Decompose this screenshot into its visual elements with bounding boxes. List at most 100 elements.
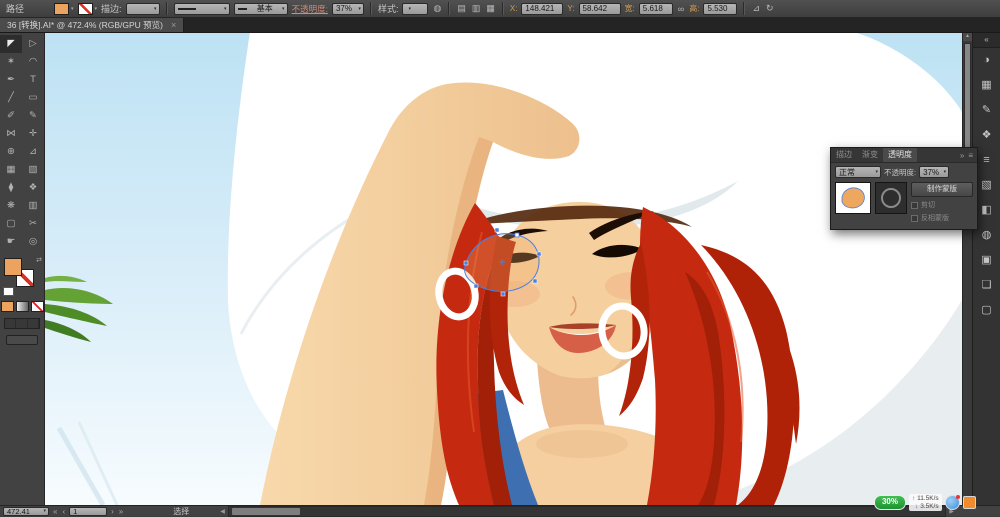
x-position-field[interactable]: 148.421 <box>521 3 563 15</box>
blend-mode-combo[interactable]: 正常 ▾ <box>835 166 881 178</box>
height-field[interactable]: 5.530 <box>703 3 737 15</box>
artboard-number-field[interactable]: 1 <box>69 507 107 516</box>
artwork[interactable] <box>45 32 962 505</box>
cpu-usage-badge[interactable]: 30% <box>874 495 906 510</box>
expand-panels-icon[interactable]: « <box>973 32 1000 48</box>
stroke-dropdown-icon[interactable]: ▾ <box>95 6 98 12</box>
tool-pencil[interactable]: ✎ <box>22 107 44 125</box>
fill-dropdown-icon[interactable]: ▾ <box>71 6 74 12</box>
tool-symbol-sprayer[interactable]: ❋ <box>0 197 22 215</box>
first-artboard-icon[interactable]: « <box>52 507 58 516</box>
previous-artboard-icon[interactable]: ‹ <box>61 507 66 516</box>
fill-swatch[interactable] <box>4 258 22 276</box>
tool-artboard[interactable]: ▢ <box>0 215 22 233</box>
tab-transparency[interactable]: 透明度 <box>883 148 917 162</box>
shear-icon[interactable]: ⊿ <box>751 3 761 14</box>
swatches-panel-icon[interactable]: ▦ <box>973 73 1000 98</box>
clip-option[interactable]: 剪切 <box>911 200 973 210</box>
tool-eyedropper[interactable]: ⧫ <box>0 179 22 197</box>
last-artboard-icon[interactable]: » <box>118 507 124 516</box>
recolor-artwork-icon[interactable]: ◍ <box>432 3 442 14</box>
tool-pen[interactable]: ✒ <box>0 71 22 89</box>
graphic-styles-panel-icon[interactable]: ▣ <box>973 248 1000 273</box>
chevron-down-icon[interactable]: ▾ <box>224 6 227 12</box>
clip-checkbox[interactable] <box>911 202 918 209</box>
stroke-label[interactable]: 描边: <box>101 2 122 15</box>
make-mask-button[interactable]: 制作蒙版 <box>911 182 973 197</box>
stroke-color-swatch[interactable] <box>78 3 93 15</box>
tool-shape-builder[interactable]: ⊕ <box>0 143 22 161</box>
tool-magic-wand[interactable]: ✶ <box>0 53 22 71</box>
distribute-icon[interactable]: ▦ <box>485 3 496 14</box>
style-combo[interactable]: ▾ <box>402 3 428 15</box>
invert-mask-option[interactable]: 反相蒙版 <box>911 213 973 223</box>
opacity-label[interactable]: 不透明度: <box>292 3 328 15</box>
collapse-panel-icon[interactable]: » <box>960 151 964 160</box>
brushes-panel-icon[interactable]: ✎ <box>973 98 1000 123</box>
drawing-modes[interactable] <box>4 318 40 329</box>
tool-type[interactable]: T <box>22 71 44 89</box>
tool-perspective-grid[interactable]: ⊿ <box>22 143 44 161</box>
color-button[interactable] <box>1 301 14 312</box>
constrain-proportions-icon[interactable]: ∞ <box>677 4 685 14</box>
object-thumbnail[interactable] <box>835 182 871 214</box>
chevron-down-icon[interactable]: ▾ <box>282 6 285 12</box>
tool-slice[interactable]: ✂ <box>22 215 44 233</box>
antivirus-tray-icon[interactable] <box>945 495 960 510</box>
tool-blend[interactable]: ❖ <box>22 179 44 197</box>
tool-lasso[interactable]: ◠ <box>22 53 44 71</box>
chevron-down-icon[interactable]: ▾ <box>408 6 411 12</box>
vertical-scrollbar[interactable]: ▲ ▼ <box>962 32 972 505</box>
align-horizontal-icon[interactable]: ▤ <box>456 3 467 14</box>
tool-column-graph[interactable]: ▥ <box>22 197 44 215</box>
tool-zoom[interactable]: ◎ <box>22 233 44 251</box>
chevron-down-icon[interactable]: ▾ <box>944 169 947 175</box>
document-canvas[interactable] <box>45 32 962 505</box>
document-tab[interactable]: 36 [转换].AI* @ 472.4% (RGB/GPU 预览) × <box>0 18 184 32</box>
tool-free-transform[interactable]: ✛ <box>22 125 44 143</box>
zoom-combo[interactable]: 472.41 ▾ <box>3 507 49 516</box>
artboards-panel-icon[interactable]: ▢ <box>973 298 1000 323</box>
fill-color-swatch[interactable] <box>54 3 69 15</box>
tab-gradient[interactable]: 渐变 <box>857 148 883 162</box>
horizontal-scroll-thumb[interactable] <box>232 508 300 515</box>
chevron-down-icon[interactable]: ▾ <box>154 6 157 12</box>
chevron-down-icon[interactable]: ▾ <box>875 169 878 175</box>
tray-app-icon[interactable] <box>963 496 976 509</box>
tool-selection[interactable]: ◤ <box>0 35 22 53</box>
tool-width[interactable]: ⋈ <box>0 125 22 143</box>
scroll-up-icon[interactable]: ▲ <box>963 32 972 41</box>
next-artboard-icon[interactable]: › <box>110 507 115 516</box>
opacity-combo[interactable]: 37% ▾ <box>332 3 364 15</box>
symbols-panel-icon[interactable]: ❖ <box>973 123 1000 148</box>
stroke-weight-combo[interactable]: ▾ <box>126 3 160 15</box>
rotate-icon[interactable]: ↻ <box>765 3 775 14</box>
tool-gradient[interactable]: ▧ <box>22 161 44 179</box>
layers-panel-icon[interactable]: ❏ <box>973 273 1000 298</box>
align-vertical-icon[interactable]: ▥ <box>471 3 482 14</box>
invert-mask-checkbox[interactable] <box>911 215 918 222</box>
default-fill-stroke-icon[interactable] <box>3 287 14 296</box>
close-icon[interactable]: × <box>171 20 176 30</box>
mask-thumbnail[interactable] <box>875 182 907 214</box>
gradient-button[interactable] <box>16 301 29 312</box>
tool-direct-selection[interactable]: ▷ <box>22 35 44 53</box>
y-position-field[interactable]: 58.642 <box>579 3 621 15</box>
panel-opacity-combo[interactable]: 37% ▾ <box>919 166 949 178</box>
panel-menu-icon[interactable]: ≡ <box>968 151 973 160</box>
width-profile-combo[interactable]: ▾ <box>174 3 230 15</box>
tool-hand[interactable]: ☛ <box>0 233 22 251</box>
swap-fill-stroke-icon[interactable]: ⇄ <box>36 256 42 264</box>
horizontal-scrollbar[interactable] <box>228 506 947 517</box>
tool-mesh[interactable]: ▦ <box>0 161 22 179</box>
color-panel-icon[interactable]: ◑ <box>973 48 1000 73</box>
tool-paintbrush[interactable]: ✐ <box>0 107 22 125</box>
screen-mode-button[interactable] <box>6 335 38 345</box>
tab-stroke[interactable]: 描边 <box>831 148 857 162</box>
brush-definition-combo[interactable]: 基本 ▾ <box>234 3 288 15</box>
chevron-down-icon[interactable]: ▾ <box>43 508 46 514</box>
none-button[interactable] <box>31 301 44 312</box>
tool-rectangle[interactable]: ▭ <box>22 89 44 107</box>
scroll-left-icon[interactable]: ◀ <box>220 508 225 515</box>
tool-line[interactable]: ╱ <box>0 89 22 107</box>
